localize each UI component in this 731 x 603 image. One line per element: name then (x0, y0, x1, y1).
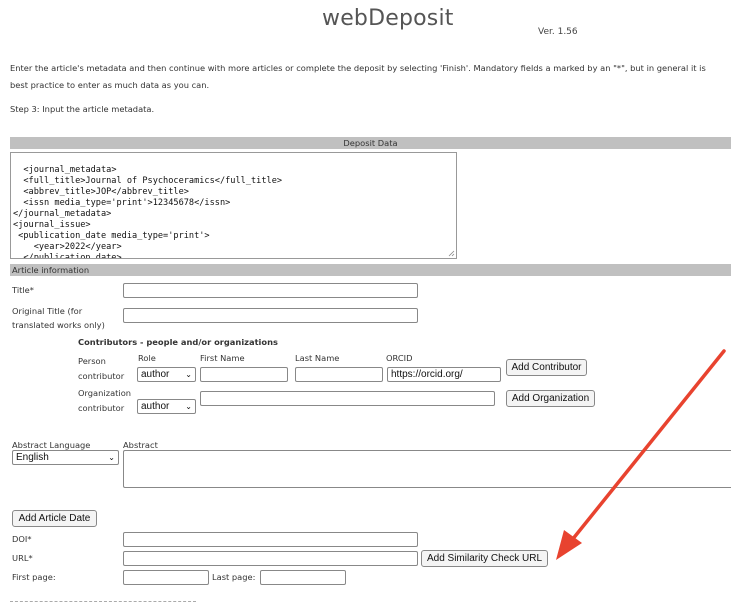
add-similarity-check-url-button[interactable]: Add Similarity Check URL (421, 550, 548, 567)
last-name-label: Last Name (295, 353, 340, 363)
first-page-label: First page: (12, 572, 56, 582)
url-input[interactable] (123, 551, 418, 566)
doi-input[interactable] (123, 532, 418, 547)
organization-role-select[interactable]: author ⌄ (137, 399, 196, 414)
first-name-label: First Name (200, 353, 245, 363)
first-name-input[interactable] (200, 367, 288, 382)
chevron-down-icon: ⌄ (108, 453, 115, 462)
person-contributor-label: Person contributor (78, 356, 125, 381)
intro-text: Enter the article's metadata and then co… (10, 63, 706, 90)
deposit-xml-textarea[interactable]: <journal_metadata> <full_title>Journal o… (10, 152, 457, 259)
annotation-arrow-icon (556, 349, 726, 560)
abstract-language-value: English (16, 452, 49, 463)
contributors-header: Contributors - people and/or organizatio… (78, 337, 278, 347)
organization-name-input[interactable] (200, 391, 495, 406)
url-label: URL* (12, 553, 33, 563)
last-page-label: Last page: (212, 572, 256, 582)
step-label: Step 3: Input the article metadata. (10, 104, 155, 114)
original-title-input[interactable] (123, 308, 418, 323)
add-article-date-button[interactable]: Add Article Date (12, 510, 97, 527)
first-page-input[interactable] (123, 570, 209, 585)
orcid-input[interactable]: https://orcid.org/ (387, 367, 501, 382)
person-role-value: author (141, 369, 170, 380)
person-role-select[interactable]: author ⌄ (137, 367, 196, 382)
last-page-input[interactable] (260, 570, 346, 585)
title-label: Title* (12, 285, 34, 295)
abstract-language-select[interactable]: English ⌄ (12, 450, 119, 465)
doi-label: DOI* (12, 534, 32, 544)
deposit-xml-content: <journal_metadata> <full_title>Journal o… (13, 165, 283, 259)
role-label: Role (138, 353, 156, 363)
app-logo: webDeposit (322, 6, 454, 31)
last-name-input[interactable] (295, 367, 383, 382)
organization-role-value: author (141, 401, 170, 412)
orcid-label: ORCID (386, 353, 413, 363)
organization-contributor-label: Organization contributor (78, 388, 132, 413)
section-divider (10, 601, 196, 602)
original-title-label: Original Title (for translated works onl… (12, 306, 105, 330)
version-label: Ver. 1.56 (538, 27, 578, 37)
chevron-down-icon: ⌄ (185, 370, 192, 379)
article-info-header: Article information (10, 264, 731, 276)
chevron-down-icon: ⌄ (185, 402, 192, 411)
deposit-data-header: Deposit Data (10, 137, 731, 149)
resize-grip-icon[interactable] (448, 250, 455, 257)
title-input[interactable] (123, 283, 418, 298)
